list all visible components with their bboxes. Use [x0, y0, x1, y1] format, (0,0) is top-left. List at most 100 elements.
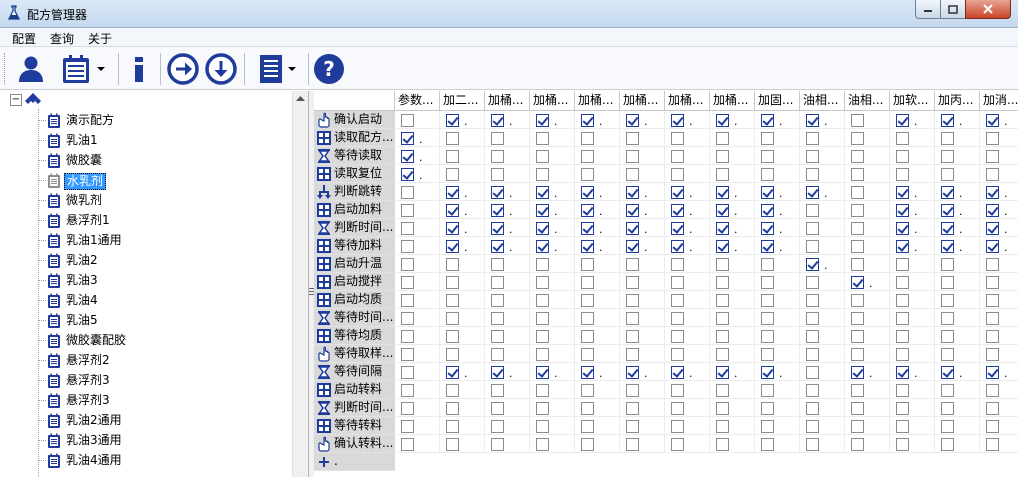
tree-item[interactable]: 乳油3	[0, 271, 292, 291]
step-checkbox[interactable]	[851, 168, 864, 181]
step-checkbox[interactable]	[401, 276, 414, 289]
step-checkbox[interactable]	[401, 330, 414, 343]
step-checkbox[interactable]	[491, 258, 504, 271]
step-checkbox[interactable]	[401, 420, 414, 433]
step-row-header[interactable]: 等待加料	[314, 237, 395, 255]
step-checkbox[interactable]	[671, 258, 684, 271]
step-checkbox-checked[interactable]	[446, 222, 459, 235]
step-row-header[interactable]: 判断跳转	[314, 183, 395, 201]
step-checkbox[interactable]	[491, 276, 504, 289]
recipe-step-grid[interactable]: 参数... 加二... 加桶... 加桶... 加桶... 加桶... 加桶... 加桶...…	[314, 91, 1018, 477]
step-checkbox[interactable]	[716, 168, 729, 181]
step-checkbox-checked[interactable]	[401, 168, 414, 181]
step-checkbox[interactable]	[401, 312, 414, 325]
column-header[interactable]: 加桶...	[665, 91, 710, 111]
step-row-header[interactable]: 确认启动	[314, 111, 395, 129]
tree-item[interactable]: 悬浮剂1	[0, 211, 292, 231]
step-checkbox[interactable]	[806, 420, 819, 433]
download-button[interactable]	[204, 51, 238, 87]
step-checkbox[interactable]	[716, 258, 729, 271]
tree-item[interactable]: 乳油2通用	[0, 411, 292, 431]
step-checkbox[interactable]	[986, 402, 999, 415]
step-checkbox-checked[interactable]	[986, 366, 999, 379]
step-checkbox[interactable]	[851, 222, 864, 235]
step-checkbox-checked[interactable]	[626, 222, 639, 235]
step-checkbox-checked[interactable]	[896, 222, 909, 235]
step-checkbox[interactable]	[851, 114, 864, 127]
step-checkbox[interactable]	[581, 258, 594, 271]
step-checkbox[interactable]	[581, 420, 594, 433]
step-checkbox[interactable]	[716, 438, 729, 451]
step-checkbox[interactable]	[806, 438, 819, 451]
step-row-header[interactable]: 等待转料	[314, 417, 395, 435]
step-checkbox[interactable]	[446, 330, 459, 343]
help-button[interactable]: ?	[312, 51, 346, 87]
step-checkbox[interactable]	[851, 438, 864, 451]
step-checkbox-checked[interactable]	[536, 114, 549, 127]
step-checkbox[interactable]	[401, 294, 414, 307]
step-row-header[interactable]: 启动均质	[314, 291, 395, 309]
step-checkbox[interactable]	[986, 438, 999, 451]
step-checkbox-checked[interactable]	[536, 186, 549, 199]
step-checkbox-checked[interactable]	[671, 114, 684, 127]
step-checkbox[interactable]	[716, 294, 729, 307]
step-checkbox-checked[interactable]	[941, 366, 954, 379]
step-checkbox[interactable]	[446, 150, 459, 163]
step-checkbox[interactable]	[671, 168, 684, 181]
step-checkbox[interactable]	[851, 132, 864, 145]
step-checkbox-checked[interactable]	[446, 366, 459, 379]
step-checkbox[interactable]	[806, 168, 819, 181]
step-checkbox-checked[interactable]	[626, 204, 639, 217]
step-row-header[interactable]: 确认转料...	[314, 435, 395, 453]
step-checkbox[interactable]	[851, 186, 864, 199]
step-checkbox-checked[interactable]	[986, 204, 999, 217]
step-checkbox[interactable]	[536, 294, 549, 307]
tree-item[interactable]: 悬浮剂3	[0, 391, 292, 411]
document-list-button[interactable]	[250, 51, 304, 87]
step-checkbox[interactable]	[626, 258, 639, 271]
step-checkbox[interactable]	[851, 312, 864, 325]
tree-item[interactable]: 乳油3通用	[0, 431, 292, 451]
step-checkbox-checked[interactable]	[941, 240, 954, 253]
step-checkbox[interactable]	[851, 420, 864, 433]
step-checkbox[interactable]	[716, 384, 729, 397]
step-checkbox[interactable]	[896, 294, 909, 307]
step-checkbox[interactable]	[941, 384, 954, 397]
recipe-tree[interactable]: − 演示配方 乳油1 微胶囊 水乳剂 微乳剂 悬浮剂1 乳油1通用 乳油2 乳油3 乳油4 乳油5 微…	[0, 91, 309, 477]
step-checkbox[interactable]	[401, 186, 414, 199]
step-checkbox[interactable]	[806, 150, 819, 163]
step-checkbox-checked[interactable]	[671, 186, 684, 199]
step-checkbox[interactable]	[491, 312, 504, 325]
step-checkbox[interactable]	[896, 276, 909, 289]
column-header[interactable]: 加消...	[980, 91, 1018, 111]
step-checkbox-checked[interactable]	[986, 222, 999, 235]
step-checkbox[interactable]	[401, 384, 414, 397]
step-checkbox[interactable]	[536, 384, 549, 397]
step-checkbox[interactable]	[446, 258, 459, 271]
step-checkbox-checked[interactable]	[761, 204, 774, 217]
step-checkbox[interactable]	[446, 402, 459, 415]
step-checkbox[interactable]	[806, 402, 819, 415]
step-checkbox[interactable]	[671, 402, 684, 415]
step-checkbox[interactable]	[491, 438, 504, 451]
step-checkbox[interactable]	[806, 348, 819, 361]
step-checkbox[interactable]	[671, 330, 684, 343]
step-checkbox-checked[interactable]	[671, 222, 684, 235]
step-checkbox[interactable]	[626, 312, 639, 325]
step-checkbox-checked[interactable]	[581, 204, 594, 217]
step-checkbox[interactable]	[896, 150, 909, 163]
step-checkbox[interactable]	[986, 420, 999, 433]
step-checkbox[interactable]	[446, 294, 459, 307]
step-checkbox[interactable]	[401, 258, 414, 271]
tree-item[interactable]: 微乳剂	[0, 191, 292, 211]
step-checkbox[interactable]	[761, 132, 774, 145]
tree-item[interactable]: 微胶囊	[0, 151, 292, 171]
step-checkbox-checked[interactable]	[581, 114, 594, 127]
step-checkbox[interactable]	[626, 276, 639, 289]
step-checkbox-checked[interactable]	[806, 186, 819, 199]
step-checkbox[interactable]	[986, 348, 999, 361]
step-checkbox[interactable]	[446, 438, 459, 451]
step-checkbox[interactable]	[626, 420, 639, 433]
step-checkbox[interactable]	[581, 438, 594, 451]
column-header[interactable]: 加软...	[890, 91, 935, 111]
